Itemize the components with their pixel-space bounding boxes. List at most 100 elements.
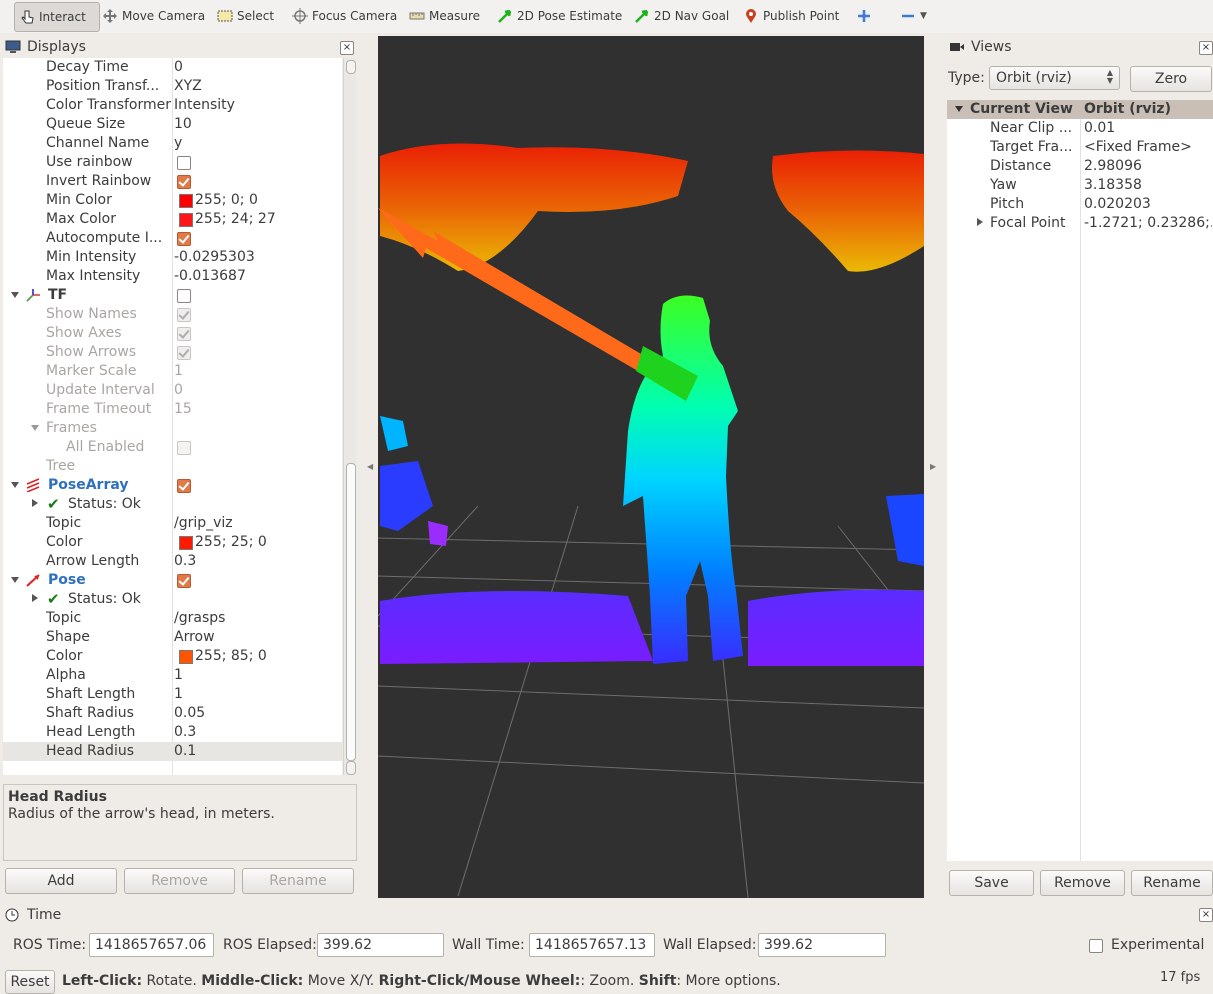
property-row[interactable]: Channel Name y	[3, 134, 342, 153]
display-posearray[interactable]: PoseArray	[3, 476, 342, 495]
remove-display-button[interactable]: Remove	[124, 868, 235, 894]
add-display-button[interactable]: Add	[5, 868, 117, 894]
posearray-enable-checkbox[interactable]	[177, 479, 191, 493]
property-row[interactable]: Invert Rainbow	[3, 172, 342, 191]
rename-display-button[interactable]: Rename	[242, 868, 354, 894]
use-rainbow-checkbox[interactable]	[177, 156, 191, 170]
rename-view-button[interactable]: Rename	[1131, 870, 1213, 896]
tf-enable-checkbox[interactable]	[177, 289, 191, 303]
reset-button[interactable]: Reset	[5, 970, 55, 994]
autocompute-checkbox[interactable]	[177, 232, 191, 246]
property-row[interactable]: Color 255; 85; 0	[3, 647, 342, 666]
color-swatch[interactable]	[179, 536, 193, 550]
color-swatch[interactable]	[179, 213, 193, 227]
view-property-row[interactable]: Distance 2.98096	[947, 157, 1213, 176]
ros-elapsed-field[interactable]: 399.62	[317, 933, 444, 957]
experimental-checkbox[interactable]	[1089, 939, 1103, 953]
property-row[interactable]: Shaft Radius 0.05	[3, 704, 342, 723]
property-row[interactable]: Arrow Length 0.3	[3, 552, 342, 571]
focus-camera-tool[interactable]: Focus Camera	[292, 2, 397, 30]
scroll-down-arrow[interactable]	[346, 761, 356, 775]
property-row[interactable]: Frame Timeout 15	[3, 400, 342, 419]
property-row[interactable]: Head Length 0.3	[3, 723, 342, 742]
pose-estimate-tool[interactable]: 2D Pose Estimate	[497, 2, 622, 30]
status-row[interactable]: ✔ Status: Ok	[3, 495, 342, 514]
property-row[interactable]: Decay Time 0	[3, 58, 342, 77]
remove-tool-button[interactable]: ▼	[900, 2, 927, 30]
property-row[interactable]: Tree	[3, 457, 342, 476]
view-property-row[interactable]: Pitch 0.020203	[947, 195, 1213, 214]
property-row[interactable]: Shape Arrow	[3, 628, 342, 647]
property-row[interactable]: Shaft Length 1	[3, 685, 342, 704]
displays-scrollbar[interactable]	[343, 58, 356, 775]
time-close-button[interactable]: ×	[1199, 908, 1213, 922]
property-row[interactable]: Show Arrows	[3, 343, 342, 362]
zero-button[interactable]: Zero	[1130, 66, 1212, 92]
display-pose[interactable]: Pose	[3, 571, 342, 590]
select-tool[interactable]: Select	[217, 2, 274, 30]
property-row-selected[interactable]: Head Radius 0.1	[3, 742, 342, 761]
all-enabled-checkbox[interactable]	[177, 441, 191, 455]
show-arrows-checkbox[interactable]	[177, 346, 191, 360]
view-property-row[interactable]: Focal Point -1.2721; 0.23286;...	[947, 214, 1213, 233]
property-row[interactable]: Frames	[3, 419, 342, 438]
scroll-up-arrow[interactable]	[346, 60, 356, 74]
invert-rainbow-checkbox[interactable]	[177, 175, 191, 189]
property-row[interactable]: Marker Scale 1	[3, 362, 342, 381]
property-row[interactable]: Position Transf... XYZ	[3, 77, 342, 96]
property-row[interactable]: Autocompute I...	[3, 229, 342, 248]
save-view-button[interactable]: Save	[949, 870, 1034, 896]
nav-goal-tool[interactable]: 2D Nav Goal	[634, 2, 729, 30]
property-name: Near Clip ...	[990, 120, 1073, 136]
add-tool-button[interactable]	[856, 2, 872, 30]
show-axes-checkbox[interactable]	[177, 327, 191, 341]
property-row[interactable]: All Enabled	[3, 438, 342, 457]
type-label: Type:	[948, 70, 985, 86]
wall-elapsed-field[interactable]: 399.62	[758, 933, 886, 957]
property-value: Arrow	[174, 629, 215, 645]
status-row[interactable]: ✔ Status: Ok	[3, 590, 342, 609]
color-swatch[interactable]	[179, 650, 193, 664]
pose-enable-checkbox[interactable]	[177, 574, 191, 588]
property-row[interactable]: Topic/grip_viz	[3, 514, 342, 533]
property-row[interactable]: Alpha 1	[3, 666, 342, 685]
property-row[interactable]: Min Intensity -0.0295303	[3, 248, 342, 267]
color-swatch[interactable]	[179, 194, 193, 208]
current-view-row[interactable]: Current View Orbit (rviz)	[947, 100, 1213, 119]
wall-time-field[interactable]: 1418657657.13	[529, 933, 655, 957]
display-tf[interactable]: TF	[3, 286, 342, 305]
property-row[interactable]: Min Color 255; 0; 0	[3, 191, 342, 210]
interact-tool[interactable]: Interact	[14, 2, 100, 32]
collapse-right-icon[interactable]: ▶	[930, 462, 936, 471]
view-type-select[interactable]: Orbit (rviz) ▲ ▼	[989, 66, 1120, 90]
property-row[interactable]: Use rainbow	[3, 153, 342, 172]
focus-camera-label: Focus Camera	[312, 9, 398, 23]
property-row[interactable]: Color 255; 25; 0	[3, 533, 342, 552]
ros-time-field[interactable]: 1418657657.06	[89, 933, 214, 957]
property-row[interactable]: Max Color 255; 24; 27	[3, 210, 342, 229]
show-names-checkbox[interactable]	[177, 308, 191, 322]
property-row[interactable]: Max Intensity -0.013687	[3, 267, 342, 286]
view-property-row[interactable]: Target Fra... <Fixed Frame>	[947, 138, 1213, 157]
property-name: Show Axes	[46, 325, 122, 341]
remove-view-button[interactable]: Remove	[1040, 870, 1125, 896]
publish-point-tool[interactable]: Publish Point	[743, 2, 839, 30]
property-row[interactable]: Show Axes	[3, 324, 342, 343]
scroll-thumb[interactable]	[346, 463, 356, 761]
property-row[interactable]: Update Interval 0	[3, 381, 342, 400]
measure-tool[interactable]: Measure	[409, 2, 480, 30]
move-camera-tool[interactable]: Move Camera	[102, 2, 205, 30]
property-value: XYZ	[174, 78, 202, 94]
displays-close-button[interactable]: ×	[340, 41, 354, 55]
property-row[interactable]: Show Names	[3, 305, 342, 324]
property-row[interactable]: Color Transformer Intensity	[3, 96, 342, 115]
view-property-row[interactable]: Near Clip ... 0.01	[947, 119, 1213, 138]
display-name: PoseArray	[48, 477, 129, 493]
views-close-button[interactable]: ×	[1199, 41, 1213, 55]
property-value: 255; 0; 0	[195, 192, 258, 208]
property-row[interactable]: Topic/grasps	[3, 609, 342, 628]
3d-viewport[interactable]	[378, 36, 924, 898]
view-property-row[interactable]: Yaw 3.18358	[947, 176, 1213, 195]
property-row[interactable]: Queue Size 10	[3, 115, 342, 134]
collapse-left-icon[interactable]: ◀	[367, 462, 373, 471]
